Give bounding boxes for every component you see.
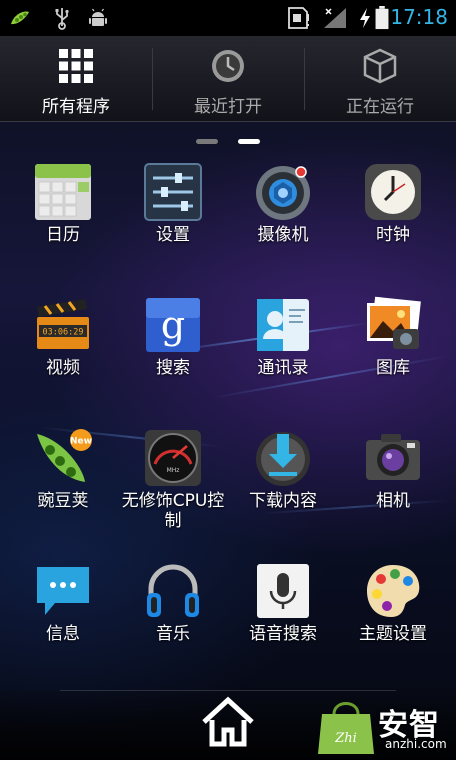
app-label: 搜索	[156, 358, 190, 378]
app-settings[interactable]: 设置	[116, 162, 230, 290]
clapper-time: 03:06:29	[43, 328, 84, 338]
app-label: 信息	[46, 624, 80, 644]
app-gallery[interactable]: 图库	[336, 295, 450, 423]
app-label: 相机	[376, 491, 410, 511]
app-clock[interactable]: 时钟	[336, 162, 450, 290]
tab-all-apps[interactable]: 所有程序	[0, 36, 152, 122]
palette-icon	[367, 565, 420, 617]
clapperboard-icon: 03:06:29	[37, 299, 89, 349]
app-calendar[interactable]: 日历	[6, 162, 120, 290]
charging-bolt-icon	[360, 8, 370, 28]
page-indicator-2	[238, 139, 260, 144]
contacts-icon	[257, 299, 309, 351]
new-badge: New	[70, 437, 92, 447]
status-time: 17:18	[390, 5, 448, 29]
android-debug-icon	[89, 8, 107, 26]
headphones-icon	[147, 564, 199, 617]
app-label: 图库	[376, 358, 410, 378]
camcorder-icon	[256, 166, 310, 220]
battery-charging-icon	[375, 6, 389, 30]
app-label: 无修饰CPU控制	[121, 491, 225, 531]
tab-running[interactable]: 正在运行	[304, 36, 456, 122]
watermark-bag-text: Zhi	[334, 731, 357, 746]
signal-icon	[324, 8, 346, 28]
app-label: 语音搜索	[249, 624, 317, 644]
messaging-icon	[37, 567, 89, 615]
download-icon	[256, 432, 310, 486]
dock-divider	[60, 690, 396, 691]
app-label: 时钟	[376, 225, 410, 245]
app-music[interactable]: 音乐	[116, 561, 230, 689]
clock-icon	[212, 50, 244, 82]
status-bar: 17:18	[0, 0, 456, 36]
app-label: 通讯录	[257, 358, 309, 378]
app-label: 设置	[156, 225, 190, 245]
app-camera[interactable]: 相机	[336, 428, 450, 556]
app-label: 摄像机	[257, 225, 309, 245]
app-cpu-control[interactable]: MHz 无修饰CPU控制	[116, 428, 230, 556]
microphone-icon	[257, 564, 309, 618]
watermark-subtext: anzhi.com	[385, 737, 447, 751]
grid-icon	[59, 49, 93, 83]
cpu-gauge-icon: MHz	[145, 430, 201, 486]
app-wandoujia[interactable]: New 豌豆荚	[6, 428, 120, 556]
camera-icon	[366, 434, 420, 480]
app-label: 日历	[46, 225, 80, 245]
pea-icon	[11, 11, 29, 25]
app-label: 下载内容	[249, 491, 317, 511]
home-icon[interactable]	[198, 696, 258, 748]
app-voice-search[interactable]: 语音搜索	[226, 561, 340, 689]
app-camcorder[interactable]: 摄像机	[226, 162, 340, 290]
app-contacts[interactable]: 通讯录	[226, 295, 340, 423]
google-search-icon: g	[146, 298, 200, 352]
app-themes[interactable]: 主题设置	[336, 561, 450, 689]
clock-app-icon	[365, 164, 421, 220]
sd-card-icon	[288, 7, 309, 29]
gauge-unit: MHz	[167, 467, 180, 474]
app-search[interactable]: g 搜索	[116, 295, 230, 423]
cube-icon	[363, 48, 397, 84]
usb-icon	[55, 8, 69, 30]
gallery-icon	[367, 296, 421, 349]
app-label: 音乐	[156, 624, 190, 644]
search-glyph: g	[161, 303, 185, 347]
settings-icon	[144, 163, 202, 221]
calendar-icon	[35, 164, 91, 220]
app-label: 豌豆荚	[37, 491, 89, 511]
app-messaging[interactable]: 信息	[6, 561, 120, 689]
tab-recent-label: 最近打开	[194, 97, 262, 117]
tab-recent[interactable]: 最近打开	[152, 36, 304, 122]
app-video[interactable]: 03:06:29 视频	[6, 295, 120, 423]
app-downloads[interactable]: 下载内容	[226, 428, 340, 556]
app-label: 视频	[46, 358, 80, 378]
page-indicator-1	[196, 139, 218, 144]
tab-running-label: 正在运行	[346, 97, 414, 117]
app-label: 主题设置	[359, 624, 427, 644]
drawer-tab-bar: 所有程序 最近打开 正在运行	[0, 36, 456, 122]
tab-all-apps-label: 所有程序	[42, 97, 110, 117]
wandoujia-icon: New	[37, 429, 92, 482]
